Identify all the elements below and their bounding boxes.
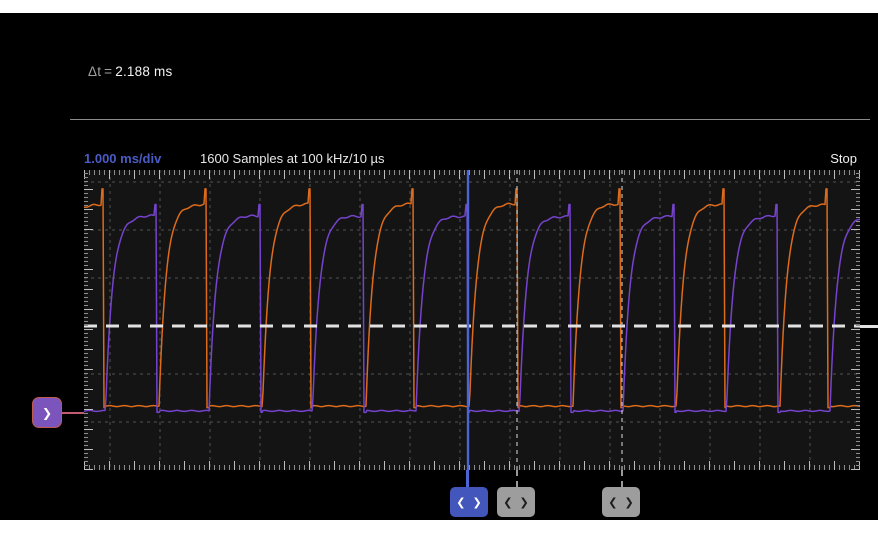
chevron-right-icon: ❯ xyxy=(42,406,52,420)
scope-canvas[interactable] xyxy=(84,170,860,470)
delta-t-equals: = xyxy=(101,64,115,79)
channel-offset-wire xyxy=(62,412,84,414)
timebase-value[interactable]: 1.000 ms/div xyxy=(84,151,161,166)
scope-plot[interactable] xyxy=(84,170,860,470)
tracking-cursor-handle[interactable]: ❮ ❯ xyxy=(450,487,488,517)
cursor-2-stem xyxy=(621,470,623,487)
chevron-right-icon: ❯ xyxy=(473,496,482,509)
cursor-2-handle[interactable]: ❮ ❯ xyxy=(602,487,640,517)
delta-t-readout: Δt=2.188 ms xyxy=(88,64,172,79)
delta-t-label: Δt xyxy=(88,64,101,79)
tracking-cursor-stem xyxy=(466,470,469,487)
oscilloscope-panel: Δt=2.188 ms 1.000 ms/div 1600 Samples at… xyxy=(0,13,878,520)
sample-info: 1600 Samples at 100 kHz/10 µs xyxy=(200,151,385,166)
cursor-1-handle[interactable]: ❮ ❯ xyxy=(497,487,535,517)
acquisition-state: Stop xyxy=(830,151,857,166)
chevron-left-icon: ❮ xyxy=(608,496,617,509)
channel-offset-handle[interactable]: ❯ xyxy=(32,397,62,428)
chevron-right-icon: ❯ xyxy=(625,496,634,509)
delta-t-value: 2.188 ms xyxy=(115,64,172,79)
separator-line xyxy=(70,119,870,120)
channel-1-trace xyxy=(84,189,860,408)
chevron-right-icon: ❯ xyxy=(520,496,529,509)
chevron-left-icon: ❮ xyxy=(456,496,465,509)
channel-2-trace xyxy=(84,205,860,413)
chevron-left-icon: ❮ xyxy=(503,496,512,509)
cursor-1-stem xyxy=(516,470,518,487)
scope-header: 1.000 ms/div 1600 Samples at 100 kHz/10 … xyxy=(0,151,878,171)
reference-line-extension xyxy=(860,325,878,328)
